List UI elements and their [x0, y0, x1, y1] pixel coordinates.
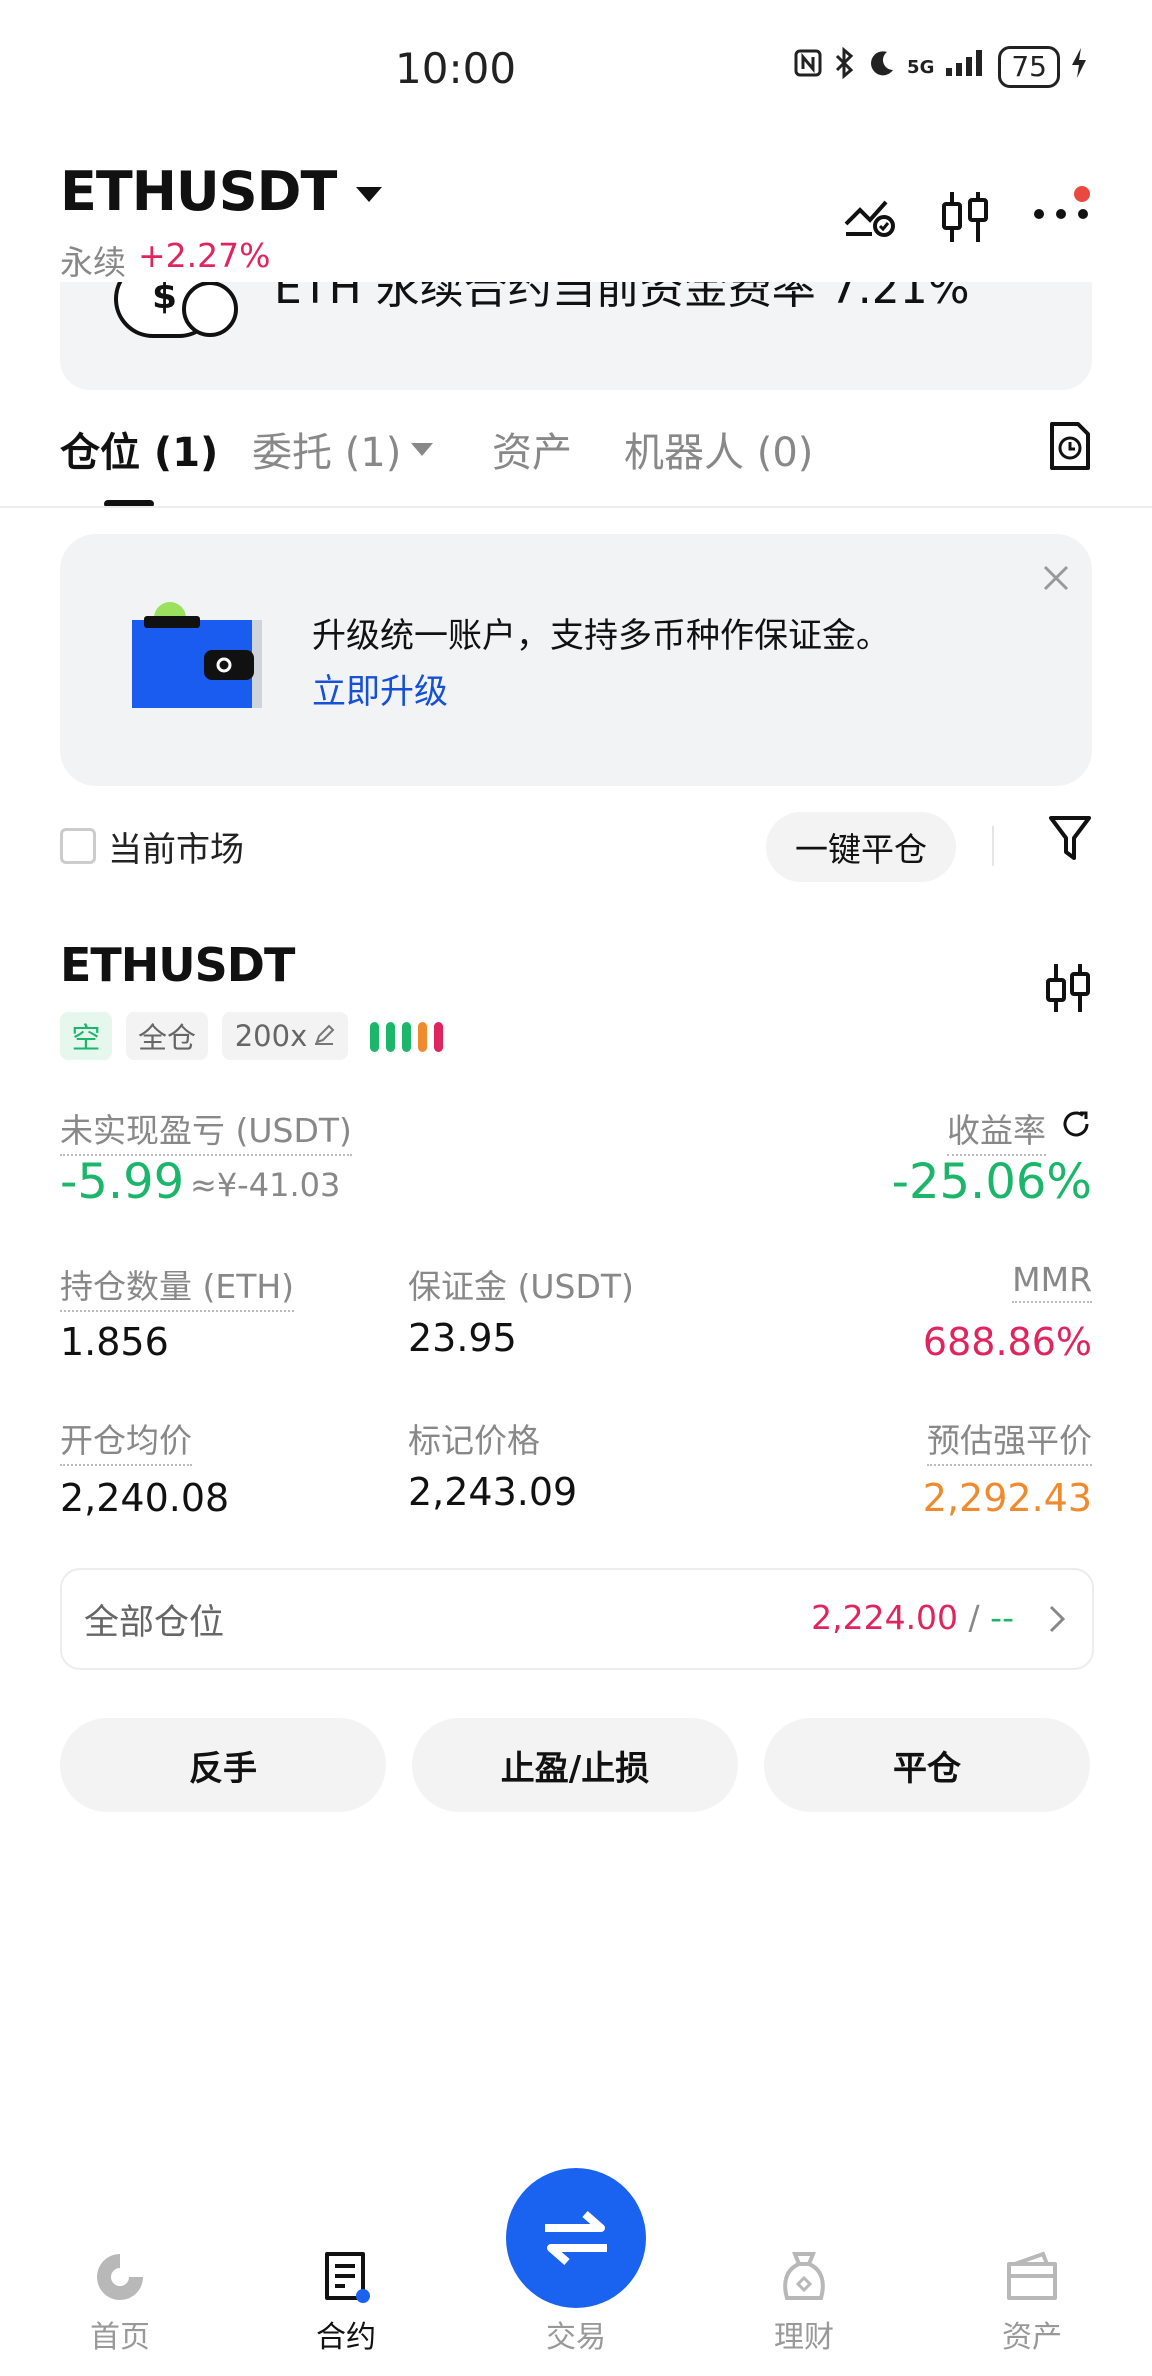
wallet-illustration-icon	[130, 602, 266, 714]
coins-icon: $	[114, 282, 244, 346]
nav-assets-label: 资产	[1002, 2320, 1062, 2355]
filter-icon[interactable]	[1048, 814, 1092, 868]
charging-icon	[1070, 47, 1088, 87]
chevron-right-icon	[1048, 1604, 1066, 1638]
nav-home-label: 首页	[90, 2320, 150, 2355]
history-icon[interactable]	[1048, 420, 1092, 476]
trade-fab-button[interactable]	[506, 2168, 646, 2308]
margin-mode-tag[interactable]: 全仓	[126, 1012, 208, 1060]
caret-down-icon	[411, 442, 434, 456]
liq-price-label[interactable]: 预估强平价	[927, 1414, 1092, 1466]
pair-selector[interactable]: ETHUSDT	[60, 160, 383, 223]
risk-bar	[418, 1022, 427, 1052]
status-icons: 5G 75	[793, 46, 1088, 88]
swap-icon	[545, 2210, 607, 2266]
home-icon	[97, 2254, 143, 2300]
mmr-value: 688.86%	[922, 1320, 1092, 1364]
stop-loss-value: --	[990, 1598, 1014, 1637]
battery-indicator: 75	[998, 46, 1060, 88]
current-market-checkbox[interactable]	[60, 828, 96, 864]
side-tag: 空	[60, 1012, 112, 1060]
caret-down-icon	[356, 187, 383, 202]
close-all-button[interactable]: 一键平仓	[766, 812, 956, 882]
separator: /	[968, 1598, 980, 1637]
tab-divider	[0, 506, 1152, 508]
nav-trade-label: 交易	[546, 2320, 606, 2355]
tpsl-button[interactable]: 止盈/止损	[412, 1718, 738, 1812]
margin-value: 23.95	[408, 1316, 517, 1360]
pnl-value: -5.99	[60, 1154, 185, 1210]
roi-value: -25.06%	[891, 1154, 1092, 1210]
refresh-icon[interactable]	[1060, 1108, 1092, 1144]
entry-price-value: 2,240.08	[60, 1476, 230, 1520]
nav-assets[interactable]	[952, 2250, 1112, 2308]
promo-banner[interactable]: $ ETH 永续合约当前资金费率 7.21%	[60, 282, 1092, 390]
more-menu-icon[interactable]	[1032, 206, 1090, 225]
quantity-label[interactable]: 持仓数量 (ETH)	[60, 1260, 295, 1312]
candlestick-chart-icon[interactable]	[1044, 962, 1092, 1018]
risk-bar	[370, 1022, 379, 1052]
position-symbol[interactable]: ETHUSDT	[60, 938, 295, 992]
candlestick-chart-icon[interactable]	[940, 190, 990, 248]
tpsl-values: 2,224.00 / --	[811, 1598, 1014, 1637]
bluetooth-icon	[833, 46, 857, 87]
contract-type: 永续	[60, 243, 126, 282]
signal-icon	[944, 48, 988, 86]
close-position-button[interactable]: 平仓	[764, 1718, 1090, 1812]
tab-orders-label: 委托 (1)	[252, 430, 402, 476]
nav-futures[interactable]	[266, 2250, 426, 2308]
take-profit-value: 2,224.00	[811, 1598, 959, 1637]
leverage-tag[interactable]: 200x	[222, 1012, 348, 1060]
tab-orders[interactable]: 委托 (1)	[252, 420, 434, 478]
notification-dot	[1074, 186, 1090, 202]
mark-price-value: 2,243.09	[408, 1470, 578, 1514]
mmr-label[interactable]: MMR	[1012, 1260, 1092, 1303]
network-label: 5G	[907, 56, 935, 78]
tab-bots[interactable]: 机器人 (0)	[624, 420, 813, 478]
quantity-value: 1.856	[60, 1320, 169, 1364]
tab-assets[interactable]: 资产	[492, 420, 572, 478]
mark-price-label: 标记价格	[408, 1421, 540, 1460]
margin-label: 保证金 (USDT)	[408, 1267, 634, 1306]
divider	[992, 826, 994, 866]
nfc-icon	[793, 48, 823, 86]
tab-positions[interactable]: 仓位 (1)	[60, 420, 218, 478]
nav-earn-label: 理财	[774, 2320, 834, 2355]
nav-home[interactable]	[40, 2250, 200, 2308]
futures-icon	[325, 2252, 370, 2303]
status-time: 10:00	[395, 44, 517, 93]
pair-subtitle: 永续 +2.27%	[60, 236, 270, 284]
current-market-label: 当前市场	[108, 830, 244, 870]
all-positions-label: 全部仓位	[84, 1603, 225, 1643]
pair-title: ETHUSDT	[60, 160, 337, 223]
reverse-button[interactable]: 反手	[60, 1718, 386, 1812]
earn-icon	[783, 2252, 825, 2300]
risk-bar	[386, 1022, 395, 1052]
upgrade-message: 升级统一账户，支持多币种作保证金。	[312, 616, 890, 656]
risk-level-indicator	[370, 1022, 443, 1052]
price-change: +2.27%	[138, 236, 271, 275]
price-alert-icon[interactable]	[842, 190, 898, 244]
upgrade-now-link[interactable]: 立即升级	[312, 664, 448, 713]
risk-bar	[434, 1022, 443, 1052]
leverage-value: 200x	[234, 1019, 308, 1053]
pnl-label[interactable]: 未实现盈亏 (USDT)	[60, 1104, 352, 1156]
moon-icon	[867, 48, 897, 86]
liq-price-value: 2,292.43	[922, 1476, 1092, 1520]
risk-bar	[402, 1022, 411, 1052]
promo-text: ETH 永续合约当前资金费率 7.21%	[274, 282, 970, 314]
wallet-icon	[1007, 2251, 1057, 2300]
svg-text:$: $	[152, 282, 177, 317]
nav-futures-label: 合约	[316, 2320, 376, 2355]
close-icon[interactable]	[1042, 556, 1070, 602]
entry-price-label[interactable]: 开仓均价	[60, 1414, 192, 1466]
nav-earn[interactable]	[724, 2250, 884, 2308]
roi-label[interactable]: 收益率	[947, 1104, 1046, 1156]
pnl-cny-value: ≈¥-41.03	[190, 1166, 341, 1204]
edit-icon	[313, 1019, 335, 1053]
